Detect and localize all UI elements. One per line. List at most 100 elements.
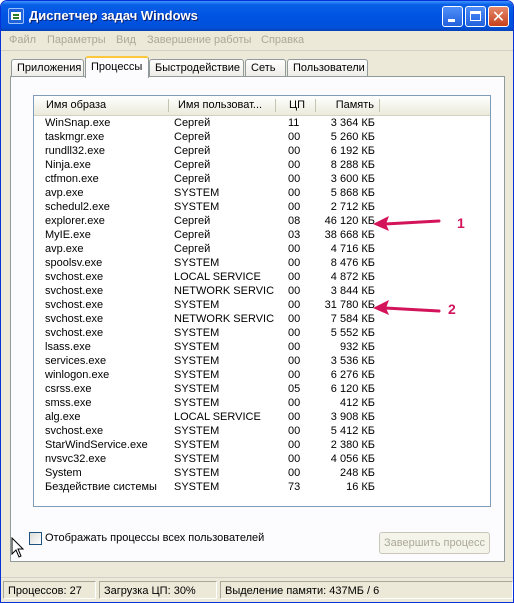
status-process-count: Процессов: 27 <box>3 581 96 599</box>
process-memory: 3 536 КБ <box>330 355 375 367</box>
column-user-name[interactable]: Имя пользоват... <box>169 96 276 115</box>
process-cpu: 08 <box>288 215 301 227</box>
process-row[interactable]: alg.exe LOCAL SERVICE 00 3 908 КБ <box>34 410 490 424</box>
process-row[interactable]: rundll32.exe Сергей 00 6 192 КБ <box>34 144 490 158</box>
process-row[interactable]: spoolsv.exe SYSTEM 00 8 476 КБ <box>34 256 490 270</box>
process-memory: 31 780 КБ <box>324 299 375 311</box>
process-cpu: 00 <box>288 369 301 381</box>
process-memory: 46 120 КБ <box>324 215 375 227</box>
show-all-users-label[interactable]: Отображать процессы всех пользователей <box>45 532 264 544</box>
close-button[interactable]: ✕ <box>488 6 509 27</box>
process-user: SYSTEM <box>174 201 220 213</box>
process-name: Ninja.exe <box>45 159 91 171</box>
process-cpu: 00 <box>288 173 301 185</box>
process-row[interactable]: svchost.exe SYSTEM 00 5 412 КБ <box>34 424 490 438</box>
process-user: Сергей <box>174 243 211 255</box>
column-memory[interactable]: Память <box>316 96 380 115</box>
tab-applications[interactable]: Приложения <box>11 59 84 77</box>
process-memory: 3 600 КБ <box>330 173 375 185</box>
process-row[interactable]: avp.exe Сергей 00 4 716 КБ <box>34 242 490 256</box>
process-name: svchost.exe <box>45 327 104 339</box>
menu-help[interactable]: Справка <box>261 34 304 46</box>
process-row[interactable]: taskmgr.exe Сергей 00 5 260 КБ <box>34 130 490 144</box>
tab-performance[interactable]: Быстродействие <box>149 59 244 77</box>
process-user: Сергей <box>174 145 211 157</box>
process-row[interactable]: services.exe SYSTEM 00 3 536 КБ <box>34 354 490 368</box>
process-user: SYSTEM <box>174 481 220 493</box>
process-row[interactable]: System SYSTEM 00 248 КБ <box>34 466 490 480</box>
process-row[interactable]: csrss.exe SYSTEM 05 6 120 КБ <box>34 382 490 396</box>
process-memory: 3 908 КБ <box>330 411 375 423</box>
process-memory: 7 584 КБ <box>330 313 375 325</box>
process-row[interactable]: nvsvc32.exe SYSTEM 00 4 056 КБ <box>34 452 490 466</box>
process-cpu: 00 <box>288 187 301 199</box>
process-user: SYSTEM <box>174 299 220 311</box>
process-user: SYSTEM <box>174 383 220 395</box>
process-row[interactable]: Бездействие системы SYSTEM 73 16 КБ <box>34 480 490 494</box>
tab-network[interactable]: Сеть <box>245 59 286 77</box>
status-bar: Процессов: 27 Загрузка ЦП: 30% Выделение… <box>1 577 513 602</box>
menu-options[interactable]: Параметры <box>47 34 106 46</box>
column-cpu[interactable]: ЦП <box>276 96 316 115</box>
column-image-name[interactable]: Имя образа <box>34 96 169 115</box>
tab-processes[interactable]: Процессы <box>85 56 149 78</box>
process-name: ctfmon.exe <box>45 173 99 185</box>
process-cpu: 00 <box>288 397 301 409</box>
tab-users[interactable]: Пользователи <box>287 59 368 77</box>
process-cpu: 00 <box>288 341 301 353</box>
close-icon: ✕ <box>491 7 506 26</box>
process-cpu: 00 <box>288 411 301 423</box>
title-bar[interactable]: Диспетчер задач Windows ✕ <box>1 1 513 31</box>
processes-panel: Имя образа Имя пользоват... ЦП Память Wi… <box>10 76 505 562</box>
process-user: Сергей <box>174 131 211 143</box>
process-row[interactable]: winlogon.exe SYSTEM 00 6 276 КБ <box>34 368 490 382</box>
process-memory: 16 КБ <box>346 481 375 493</box>
process-cpu: 73 <box>288 481 301 493</box>
maximize-button[interactable] <box>465 6 486 27</box>
process-cpu: 00 <box>288 131 301 143</box>
process-user: Сергей <box>174 173 211 185</box>
process-row[interactable]: lsass.exe SYSTEM 00 932 КБ <box>34 340 490 354</box>
window-title: Диспетчер задач Windows <box>29 8 198 23</box>
annotation-label-2: 2 <box>448 301 456 317</box>
process-user: Сергей <box>174 117 211 129</box>
process-row[interactable]: schedul2.exe SYSTEM 00 2 712 КБ <box>34 200 490 214</box>
process-cpu: 00 <box>288 425 301 437</box>
process-user: SYSTEM <box>174 439 220 451</box>
process-name: svchost.exe <box>45 271 104 283</box>
process-memory: 6 276 КБ <box>330 369 375 381</box>
process-row[interactable]: svchost.exe NETWORK SERVICE 00 3 844 КБ <box>34 284 490 298</box>
process-name: StarWindService.exe <box>45 439 148 451</box>
minimize-button[interactable] <box>442 6 463 27</box>
process-name: Бездействие системы <box>45 481 157 493</box>
process-name: alg.exe <box>45 411 81 423</box>
process-row[interactable]: StarWindService.exe SYSTEM 00 2 380 КБ <box>34 438 490 452</box>
process-memory: 8 288 КБ <box>330 159 375 171</box>
process-name: lsass.exe <box>45 341 91 353</box>
annotation-arrow-2 <box>373 300 441 315</box>
process-row[interactable]: smss.exe SYSTEM 00 412 КБ <box>34 396 490 410</box>
process-name: svchost.exe <box>45 299 104 311</box>
process-name: System <box>45 467 82 479</box>
end-process-button[interactable]: Завершить процесс <box>379 532 490 554</box>
show-all-users-checkbox[interactable] <box>29 532 42 545</box>
process-user: SYSTEM <box>174 397 220 409</box>
process-row[interactable]: avp.exe SYSTEM 00 5 868 КБ <box>34 186 490 200</box>
menu-shutdown[interactable]: Завершение работы <box>147 34 251 46</box>
process-user: LOCAL SERVICE <box>174 411 261 423</box>
process-cpu: 00 <box>288 467 301 479</box>
process-row[interactable]: Ninja.exe Сергей 00 8 288 КБ <box>34 158 490 172</box>
process-memory: 2 712 КБ <box>330 201 375 213</box>
process-name: explorer.exe <box>45 215 105 227</box>
process-name: winlogon.exe <box>45 369 110 381</box>
process-row[interactable]: svchost.exe LOCAL SERVICE 00 4 872 КБ <box>34 270 490 284</box>
process-memory: 4 716 КБ <box>330 243 375 255</box>
process-row[interactable]: svchost.exe SYSTEM 00 5 552 КБ <box>34 326 490 340</box>
minimize-icon <box>448 19 455 22</box>
process-user: SYSTEM <box>174 467 220 479</box>
process-row[interactable]: WinSnap.exe Сергей 11 3 364 КБ <box>34 116 490 130</box>
process-cpu: 03 <box>288 229 301 241</box>
menu-view[interactable]: Вид <box>116 34 136 46</box>
process-row[interactable]: ctfmon.exe Сергей 00 3 600 КБ <box>34 172 490 186</box>
menu-file[interactable]: Файл <box>9 34 36 46</box>
